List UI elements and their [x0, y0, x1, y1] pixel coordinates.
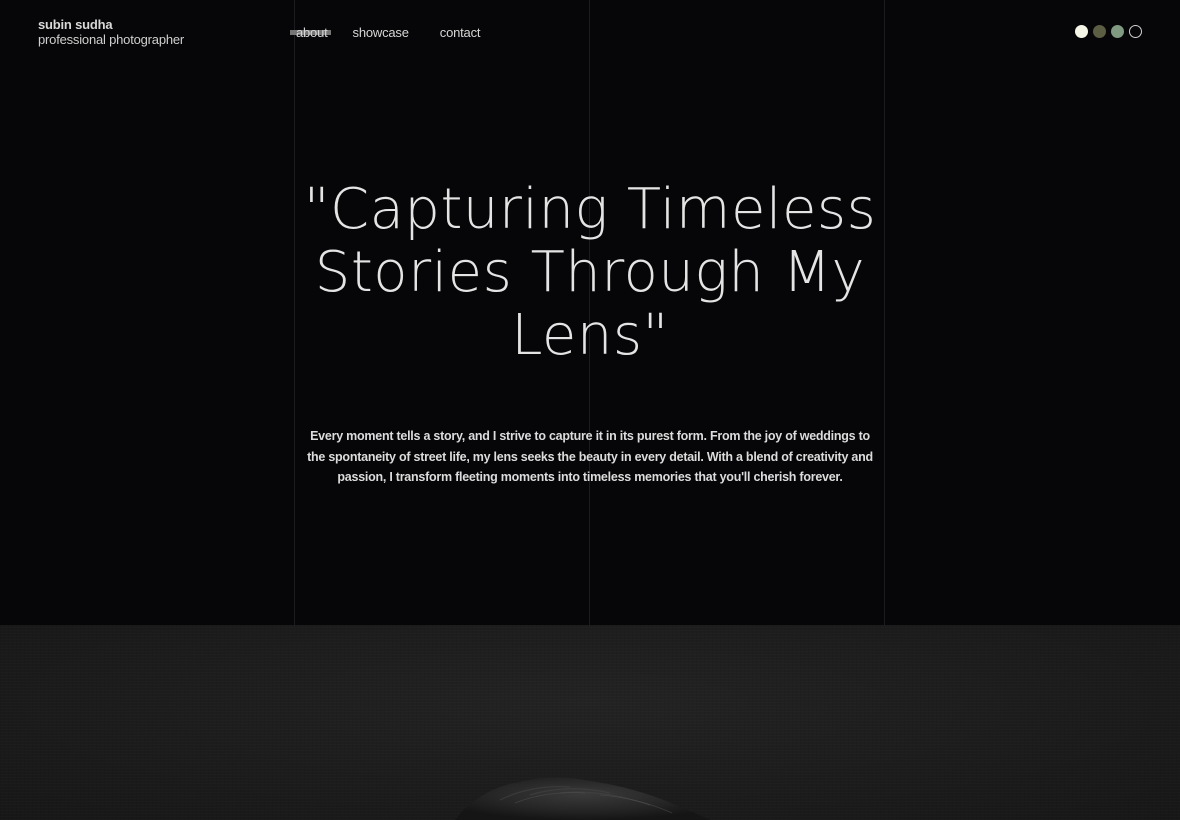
nav-item-contact[interactable]: contact — [440, 24, 481, 41]
nav-item-about[interactable]: about — [290, 24, 331, 41]
brand-name: subin sudha — [38, 17, 113, 32]
nav-item-label: about — [296, 25, 328, 40]
theme-switcher — [1075, 25, 1142, 38]
nav-item-label: showcase — [352, 25, 409, 40]
hero-headline: "Capturing Timeless Stories Through My L… — [303, 177, 877, 368]
theme-swatch-sage[interactable] — [1111, 25, 1124, 38]
hero-section: subin sudha professional photographer ab… — [0, 0, 1180, 625]
theme-swatch-dark[interactable] — [1129, 25, 1142, 38]
portrait-photo — [0, 625, 1180, 820]
nav-item-showcase[interactable]: showcase — [353, 24, 409, 41]
nav-item-label: contact — [439, 25, 481, 40]
brand-tagline: professional photographer — [38, 32, 185, 47]
hero-intro: Every moment tells a story, and I strive… — [307, 429, 873, 484]
page: subin sudha professional photographer ab… — [0, 0, 1180, 820]
theme-swatch-olive[interactable] — [1093, 25, 1106, 38]
theme-swatch-light[interactable] — [1075, 25, 1088, 38]
portrait-subject-image — [455, 777, 712, 820]
brand-logo[interactable]: subin sudha professional photographer — [38, 17, 184, 47]
main-nav: about showcase contact — [290, 24, 481, 41]
